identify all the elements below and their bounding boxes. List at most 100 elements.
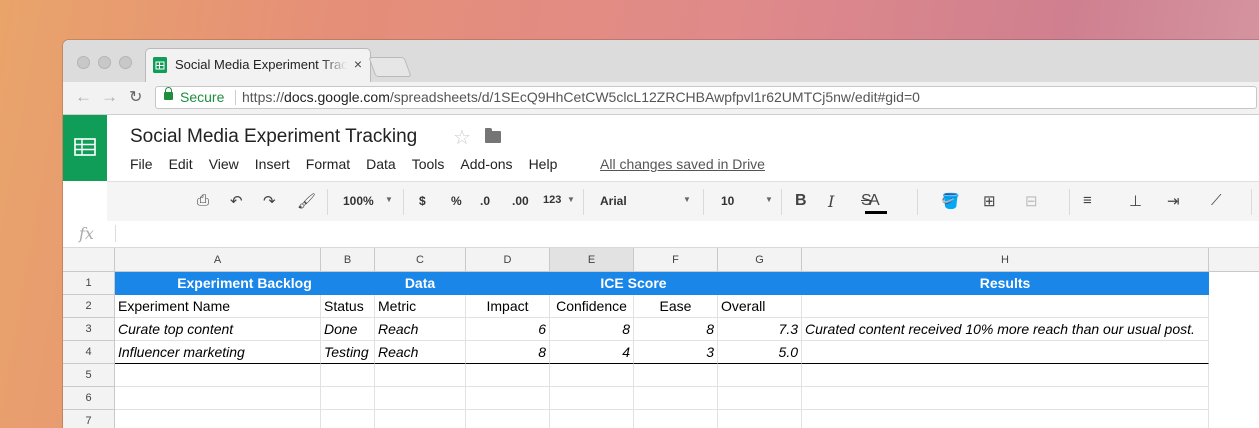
star-icon[interactable]: ☆ (453, 125, 471, 150)
table-cell[interactable]: 8 (634, 318, 718, 341)
empty-cell[interactable] (115, 410, 321, 428)
zoom-select[interactable]: 100% (343, 194, 374, 208)
empty-cell[interactable] (718, 387, 802, 410)
browser-tab[interactable]: Social Media Experiment Tracking × (145, 48, 371, 82)
column-header-g[interactable]: G (718, 248, 802, 272)
merge-cells-icon[interactable]: ⊟ (1025, 192, 1038, 210)
percent-format-button[interactable]: % (451, 194, 462, 208)
row-header[interactable]: 4 (63, 341, 115, 364)
menu-addons[interactable]: Add-ons (460, 156, 512, 174)
formula-bar[interactable]: fx (63, 221, 1259, 248)
row-header[interactable]: 5 (63, 364, 115, 387)
table-cell[interactable]: 7.3 (718, 318, 802, 341)
row-header[interactable]: 7 (63, 410, 115, 428)
menu-help[interactable]: Help (529, 156, 558, 174)
table-cell[interactable]: Testing (321, 341, 375, 364)
column-header-b[interactable]: B (321, 248, 375, 272)
subheader-cell[interactable]: Experiment Name (115, 295, 321, 318)
header-experiment-backlog[interactable]: Experiment Backlog (115, 272, 375, 295)
minimize-window-button[interactable] (98, 56, 111, 69)
tab-close-icon[interactable]: × (354, 56, 362, 72)
empty-cell[interactable] (466, 364, 550, 387)
increase-decimal-button[interactable]: .00 (512, 194, 529, 208)
row-header[interactable]: 2 (63, 295, 115, 318)
menu-edit[interactable]: Edit (169, 156, 193, 174)
table-cell[interactable]: 4 (550, 341, 634, 364)
text-color-button[interactable]: A (869, 192, 880, 210)
menu-insert[interactable]: Insert (255, 156, 290, 174)
italic-button[interactable]: I (828, 192, 834, 211)
vertical-align-icon[interactable]: ⊥ (1129, 192, 1142, 210)
bold-button[interactable]: B (795, 192, 807, 210)
empty-cell[interactable] (802, 364, 1209, 387)
table-cell[interactable]: Influencer marketing (115, 341, 321, 364)
subheader-cell[interactable] (802, 295, 1209, 318)
subheader-cell[interactable]: Status (321, 295, 375, 318)
folder-icon[interactable] (485, 128, 501, 143)
horizontal-align-icon[interactable]: ≡ (1083, 192, 1092, 209)
subheader-cell[interactable]: Impact (466, 295, 550, 318)
maximize-window-button[interactable] (119, 56, 132, 69)
paint-format-icon[interactable]: 🖌 (297, 192, 316, 210)
table-cell[interactable]: 8 (550, 318, 634, 341)
empty-cell[interactable] (115, 387, 321, 410)
column-header-h[interactable]: H (802, 248, 1209, 272)
text-rotation-icon[interactable]: ⟋ (1211, 192, 1222, 209)
column-header-f[interactable]: F (634, 248, 718, 272)
borders-icon[interactable]: ⊞ (983, 192, 996, 210)
empty-cell[interactable] (718, 364, 802, 387)
menu-view[interactable]: View (209, 156, 239, 174)
subheader-cell[interactable]: Metric (375, 295, 466, 318)
save-status-link[interactable]: All changes saved in Drive (600, 156, 765, 172)
column-header-d[interactable]: D (466, 248, 550, 272)
empty-cell[interactable] (550, 410, 634, 428)
fill-color-icon[interactable]: 🪣 (941, 192, 960, 210)
table-cell[interactable]: 5.0 (718, 341, 802, 364)
empty-cell[interactable] (375, 410, 466, 428)
close-window-button[interactable] (77, 56, 90, 69)
font-select[interactable]: Arial (600, 194, 627, 208)
table-cell[interactable]: Curate top content (115, 318, 321, 341)
currency-format-button[interactable]: $ (419, 194, 426, 208)
column-header-a[interactable]: A (115, 248, 321, 272)
redo-icon[interactable]: ↷ (263, 192, 276, 210)
empty-cell[interactable] (321, 410, 375, 428)
decrease-decimal-button[interactable]: .0 (480, 194, 490, 208)
back-icon[interactable]: ← (75, 87, 92, 107)
subheader-cell[interactable]: Overall (718, 295, 802, 318)
address-bar[interactable]: Secure https://docs.google.com/spreadshe… (155, 86, 1257, 109)
header-data[interactable]: Data (375, 272, 466, 295)
empty-cell[interactable] (375, 387, 466, 410)
row-header[interactable]: 1 (63, 272, 115, 295)
empty-cell[interactable] (550, 364, 634, 387)
table-cell[interactable]: Done (321, 318, 375, 341)
empty-cell[interactable] (634, 410, 718, 428)
empty-cell[interactable] (634, 364, 718, 387)
table-cell[interactable]: 3 (634, 341, 718, 364)
empty-cell[interactable] (802, 387, 1209, 410)
select-all-corner[interactable] (63, 248, 115, 272)
column-header-c[interactable]: C (375, 248, 466, 272)
table-cell[interactable]: Reach (375, 341, 466, 364)
table-cell[interactable] (802, 341, 1209, 364)
empty-cell[interactable] (375, 364, 466, 387)
row-header[interactable]: 3 (63, 318, 115, 341)
menu-tools[interactable]: Tools (412, 156, 445, 174)
table-cell[interactable]: Reach (375, 318, 466, 341)
text-wrapping-icon[interactable]: ⇥ (1167, 192, 1180, 210)
reload-icon[interactable]: ↻ (129, 87, 142, 107)
print-icon[interactable]: ⎙ (197, 192, 209, 209)
empty-cell[interactable] (634, 387, 718, 410)
table-cell[interactable]: 8 (466, 341, 550, 364)
subheader-cell[interactable]: Confidence (550, 295, 634, 318)
sheets-home-button[interactable] (63, 115, 107, 181)
font-size-select[interactable]: 10 (721, 194, 734, 208)
empty-cell[interactable] (466, 410, 550, 428)
empty-cell[interactable] (321, 364, 375, 387)
menu-data[interactable]: Data (366, 156, 396, 174)
empty-cell[interactable] (802, 410, 1209, 428)
empty-cell[interactable] (718, 410, 802, 428)
subheader-cell[interactable]: Ease (634, 295, 718, 318)
header-ice-score[interactable]: ICE Score (466, 272, 802, 295)
menu-format[interactable]: Format (306, 156, 350, 174)
